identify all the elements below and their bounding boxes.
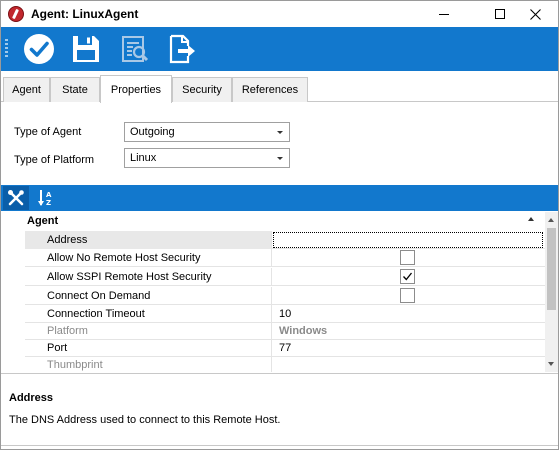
svg-text:Z: Z (46, 199, 51, 207)
scrollbar-thumb[interactable] (547, 228, 556, 310)
chevron-down-icon (277, 131, 283, 134)
tab-strip: Agent State Properties Security Referenc… (1, 75, 558, 103)
property-row-thumbprint[interactable]: Thumbprint (25, 356, 545, 372)
grid-gutter (1, 230, 25, 372)
minimize-button[interactable] (421, 1, 467, 27)
type-of-agent-label: Type of Agent (14, 126, 82, 138)
collapse-icon[interactable] (528, 217, 534, 221)
connection-timeout-value[interactable]: 10 (273, 305, 545, 323)
property-row-allow-sspi-remote-host-security[interactable]: Allow SSPI Remote Host Security (25, 268, 545, 286)
property-name: Allow SSPI Remote Host Security (25, 268, 272, 286)
sort-az-icon: A Z (38, 190, 52, 207)
property-row-address[interactable]: Address (25, 231, 545, 249)
tab-agent[interactable]: Agent (3, 77, 50, 102)
category-row-agent[interactable]: Agent (1, 212, 545, 230)
tab-properties[interactable]: Properties (100, 75, 172, 103)
type-of-agent-select[interactable]: Outgoing (124, 122, 290, 142)
document-search-icon (122, 36, 149, 62)
property-name: Connect On Demand (25, 287, 272, 305)
property-name: Connection Timeout (25, 305, 272, 323)
app-logo-icon (8, 6, 24, 22)
scroll-down-icon[interactable] (548, 362, 554, 366)
divider (1, 445, 558, 446)
floppy-disk-icon (73, 36, 99, 62)
alphabetical-sort-button[interactable]: A Z (33, 186, 59, 210)
property-name: Port (25, 339, 272, 357)
property-row-connect-on-demand[interactable]: Connect On Demand (25, 287, 545, 305)
property-name: Thumbprint (25, 356, 272, 372)
tab-references[interactable]: References (232, 77, 308, 102)
platform-value: Windows (279, 325, 328, 337)
window-title: Agent: LinuxAgent (31, 7, 139, 21)
toolbar-grip[interactable] (5, 39, 8, 59)
svg-text:A: A (46, 191, 52, 199)
thumbprint-value (273, 356, 545, 372)
allow-no-remote-host-security-checkbox[interactable] (400, 250, 415, 265)
type-of-platform-value: Linux (130, 152, 157, 164)
title-bar: Agent: LinuxAgent (1, 1, 558, 27)
tab-state[interactable]: State (50, 77, 100, 102)
property-value (273, 287, 545, 305)
type-of-agent-value: Outgoing (130, 126, 175, 138)
property-name: Address (25, 231, 272, 249)
description-text: The DNS Address used to connect to this … (9, 414, 281, 426)
close-button[interactable] (512, 1, 558, 27)
close-icon (529, 8, 541, 20)
property-row-port[interactable]: Port 77 (25, 339, 545, 357)
property-value (273, 249, 545, 267)
scroll-up-icon[interactable] (548, 218, 554, 222)
tab-security[interactable]: Security (172, 77, 232, 102)
property-grid-scrollbar[interactable] (545, 212, 558, 372)
address-input[interactable] (273, 232, 543, 248)
wrench-screwdriver-icon (8, 190, 24, 206)
description-title: Address (9, 392, 54, 404)
checkmark-icon (403, 272, 413, 281)
property-row-allow-no-remote-host-security[interactable]: Allow No Remote Host Security (25, 249, 545, 267)
property-value (273, 268, 545, 286)
type-of-platform-select[interactable]: Linux (124, 148, 290, 168)
preview-button[interactable] (118, 32, 152, 66)
type-of-platform-label: Type of Platform (14, 154, 95, 166)
maximize-icon (495, 9, 505, 19)
port-value[interactable]: 77 (273, 339, 545, 357)
category-label: Agent (27, 215, 59, 227)
property-grid: Agent Address Allow No Remote Host Secur… (1, 212, 558, 372)
property-grid-toolbar: A Z (1, 185, 558, 211)
main-toolbar (1, 27, 558, 71)
minimize-icon (439, 13, 449, 15)
connect-on-demand-checkbox[interactable] (400, 288, 415, 303)
save-button[interactable] (69, 32, 103, 66)
chevron-down-icon (277, 157, 283, 160)
property-name: Allow No Remote Host Security (25, 249, 272, 267)
ok-button[interactable] (22, 32, 56, 66)
allow-sspi-remote-host-security-checkbox[interactable] (400, 269, 415, 284)
property-name: Platform (25, 322, 272, 340)
description-panel: Address The DNS Address used to connect … (1, 373, 558, 445)
property-row-platform[interactable]: Platform Windows (25, 322, 545, 340)
document-export-icon (169, 34, 195, 64)
export-button[interactable] (165, 32, 199, 66)
checkmark-circle-icon (24, 34, 54, 64)
agent-window: Agent: LinuxAgent Agent State Properties… (0, 0, 559, 450)
categorized-view-button[interactable] (3, 186, 29, 210)
property-row-connection-timeout[interactable]: Connection Timeout 10 (25, 305, 545, 323)
